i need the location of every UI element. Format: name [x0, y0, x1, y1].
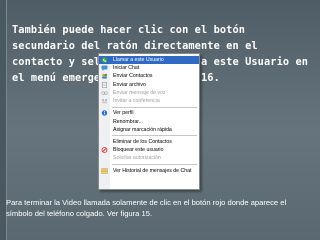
menu-item-chat-history[interactable]: Ver Historial de mensajes de Chat: [99, 167, 199, 175]
menu-item-send-contacts[interactable]: Enviar Contactos: [99, 72, 199, 80]
menu-item-rename[interactable]: Renombrar...: [99, 118, 199, 126]
menu-item-label: Bloquear este usuario: [113, 147, 164, 154]
contacts-icon: [101, 73, 108, 79]
menu-item-label: Renombrar...: [113, 118, 143, 125]
menu-item-label: Eliminar de los Contactos: [113, 139, 172, 146]
context-menu: Llamar a este Usuario Iniciar Chat Envia…: [98, 53, 200, 190]
menu-separator: [112, 164, 197, 166]
menu-item-label: Iniciar Chat: [113, 65, 140, 72]
menu-item-label: Invitar a conferencia: [113, 97, 160, 104]
menu-item-label: Solicitar autorización: [113, 155, 161, 162]
conference-icon: [101, 98, 108, 104]
menu-item-send-file[interactable]: Enviar archivo: [99, 81, 199, 89]
block-icon: [101, 147, 108, 154]
menu-separator: [112, 106, 197, 108]
menu-item-label: Ver Historial de mensajes de Chat: [113, 167, 192, 174]
info-icon: [101, 110, 108, 117]
menu-item-call-user[interactable]: Llamar a este Usuario: [99, 56, 199, 65]
phone-icon: [101, 57, 108, 63]
menu-item-label: Asignar marcación rápida: [113, 126, 172, 133]
menu-item-remove-contact[interactable]: Eliminar de los Contactos: [99, 138, 199, 146]
slide-background: También puede hacer clic con el botón se…: [0, 0, 320, 240]
menu-item-request-authorization[interactable]: Solicitar autorización: [99, 154, 199, 162]
menu-item-view-profile[interactable]: Ver perfil: [99, 109, 199, 117]
chat-icon: [101, 65, 108, 72]
menu-item-label: Llamar a este Usuario: [113, 57, 164, 63]
menu-item-start-chat[interactable]: Iniciar Chat: [99, 64, 199, 72]
menu-item-block-user[interactable]: Bloquear este usuario: [99, 146, 199, 154]
history-icon: [101, 168, 108, 174]
menu-item-speed-dial[interactable]: Asignar marcación rápida: [99, 126, 199, 134]
menu-item-invite-conference[interactable]: Invitar a conferencia: [99, 97, 199, 105]
file-icon: [101, 81, 108, 88]
menu-item-label: Enviar mensaje de voz: [113, 89, 166, 96]
slide-caption: Para terminar la Video llamada solamente…: [6, 198, 287, 218]
menu-item-send-voicemail[interactable]: Enviar mensaje de voz: [99, 89, 199, 97]
menu-item-label: Enviar archivo: [113, 81, 146, 88]
menu-item-label: Ver perfil: [113, 110, 134, 117]
voicemail-icon: [101, 90, 108, 96]
menu-separator: [112, 135, 197, 137]
menu-item-label: Enviar Contactos: [113, 73, 153, 80]
